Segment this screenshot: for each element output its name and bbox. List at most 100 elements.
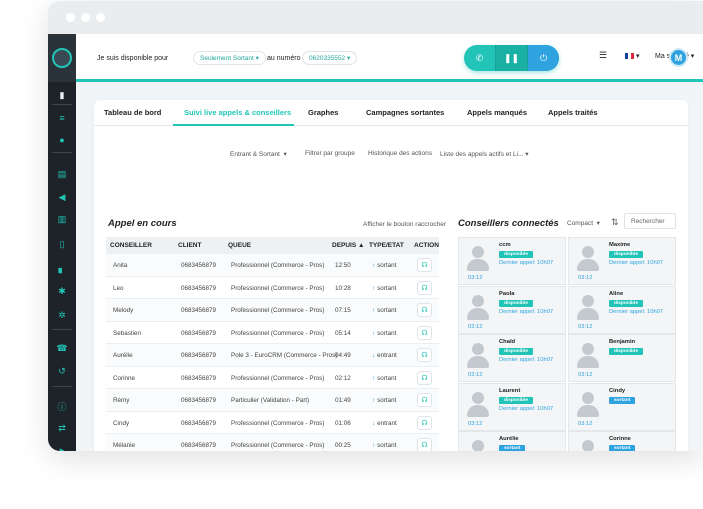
table-header: CONSEILLER CLIENT QUEUE DEPUIS ▲ TYPE/ET… bbox=[106, 237, 439, 254]
agent-card[interactable]: Cindy sortant 03:12 bbox=[568, 382, 676, 431]
last-call: Dernier appel: 10h07 bbox=[499, 405, 554, 412]
tab-outbound-campaigns[interactable]: Campagnes sortantes bbox=[366, 108, 444, 117]
listen-button[interactable]: ☊ bbox=[417, 258, 432, 272]
tab-graphs[interactable]: Graphes bbox=[308, 108, 338, 117]
calls-title: Appel en cours bbox=[108, 218, 177, 229]
cell-queue: Pole 3 - EuroCRM (Commerce - Pros) bbox=[231, 352, 338, 359]
agent-card[interactable]: Chaïd disponible Dernier appel: 10h07 03:12 bbox=[458, 334, 566, 382]
agent-card[interactable]: Corinnesortant03:12 bbox=[568, 431, 676, 451]
call-controls: ✆ ❚❚ ⏻ bbox=[464, 45, 559, 71]
cell-client: 0683456879 bbox=[181, 374, 217, 382]
language-select[interactable]: ▾ bbox=[625, 52, 639, 60]
list-icon[interactable]: ≡ bbox=[56, 112, 68, 124]
call-direction: sortant bbox=[377, 442, 397, 449]
tab-handled-calls[interactable]: Appels traités bbox=[548, 108, 598, 117]
table-row: Sebastien 0683456879 Professionnel (Commer… bbox=[106, 322, 439, 344]
cell-since: 02:12 bbox=[335, 374, 351, 382]
cell-agent: Melody bbox=[113, 307, 134, 314]
col-type[interactable]: TYPE/ETAT bbox=[369, 242, 404, 249]
listen-button[interactable]: ☊ bbox=[417, 415, 432, 430]
active-tab-indicator bbox=[173, 124, 294, 126]
settings-icon[interactable]: ✱ bbox=[56, 285, 68, 297]
cell-agent: Corinne bbox=[113, 374, 136, 382]
list-filter[interactable]: Liste des appels actifs et Li... ▾ bbox=[440, 150, 529, 158]
cell-client: 0683456879 bbox=[181, 397, 217, 404]
agent-name: Paola bbox=[499, 290, 515, 297]
number-select-value: 0620335552 bbox=[309, 54, 346, 62]
number-select[interactable]: 0620335552 ▾ bbox=[302, 51, 358, 65]
col-agent[interactable]: CONSEILLER bbox=[110, 242, 152, 249]
agent-name: Aurélie bbox=[499, 436, 519, 442]
avatar[interactable]: M bbox=[669, 48, 688, 67]
chart-icon[interactable]: ▖ bbox=[56, 262, 68, 274]
listen-button[interactable]: ☊ bbox=[417, 280, 432, 295]
listen-button[interactable]: ☊ bbox=[417, 438, 432, 451]
agent-card[interactable]: Paola disponible Dernier appel: 10h07 03:12 bbox=[458, 285, 566, 334]
tab-bar: Tableau de bord Suivi live appels & cons… bbox=[94, 100, 688, 126]
agent-card[interactable]: Maxime disponible Dernier appel: 10h07 03:1… bbox=[568, 237, 676, 285]
listen-button[interactable]: ☊ bbox=[417, 325, 432, 340]
cell-type: ↑ sortant bbox=[372, 330, 396, 337]
microphone-icon[interactable]: ▯ bbox=[56, 238, 68, 250]
user-placeholder-icon bbox=[577, 343, 599, 369]
arrow-up-icon: ↑ bbox=[372, 284, 376, 292]
history-filter[interactable]: Historique des actions bbox=[368, 150, 432, 157]
transfer-icon[interactable]: ⇄ bbox=[56, 422, 68, 434]
tab-live-tracking[interactable]: Suivi live appels & conseillers bbox=[184, 108, 291, 117]
cell-client: 0683456879 bbox=[181, 419, 217, 427]
call-direction: entrant bbox=[377, 352, 397, 359]
listen-button[interactable]: ☊ bbox=[417, 348, 432, 362]
menu-list-icon[interactable]: ☰ bbox=[599, 50, 607, 61]
view-select[interactable]: Compact ▾ bbox=[567, 219, 600, 227]
power-button[interactable]: ⏻ bbox=[528, 45, 559, 71]
direction-filter[interactable]: Entrant & Sortant ▾ bbox=[230, 150, 287, 158]
volume-icon[interactable]: ◀ bbox=[56, 191, 68, 203]
col-queue[interactable]: QUEUE bbox=[228, 242, 251, 249]
hangup-toggle[interactable]: Afficher le bouton raccrocher bbox=[363, 221, 446, 228]
table-row: Rémy 0683456879 Particulier (Validation - … bbox=[106, 389, 439, 412]
arrow-down-icon: ↓ bbox=[372, 419, 376, 427]
cell-client: 0683456879 bbox=[181, 262, 217, 269]
document-icon[interactable]: ▤ bbox=[56, 168, 68, 180]
chevron-down-icon: ▾ bbox=[255, 55, 259, 62]
agent-card[interactable]: ccm disponible Dernier appel: 10h07 03:12 bbox=[458, 237, 566, 285]
agent-card[interactable]: Benjamin disponible 03:12 bbox=[568, 334, 676, 382]
mode-select[interactable]: Seulement Sortant ▾ bbox=[193, 51, 266, 65]
cell-type: ↑ sortant bbox=[372, 285, 396, 292]
mode-select-value: Seulement Sortant bbox=[200, 54, 254, 62]
phone-icon[interactable]: ☎ bbox=[56, 342, 68, 354]
listen-button[interactable]: ☊ bbox=[417, 303, 432, 317]
gear-icon[interactable]: ✲ bbox=[56, 309, 68, 321]
agent-card[interactable]: Auréliesortant03:12 bbox=[458, 431, 566, 451]
table-row: Cindy 0683456879 Professionnel (Commerce -… bbox=[106, 412, 439, 434]
agent-card[interactable]: Laurent disponible Dernier appel: 10h07 03:… bbox=[458, 382, 566, 431]
col-client[interactable]: CLIENT bbox=[178, 242, 201, 249]
cell-since: 07:15 bbox=[335, 307, 351, 314]
cell-queue: Professionnel (Commerce - Pros) bbox=[231, 442, 325, 449]
listen-button[interactable]: ☊ bbox=[417, 393, 432, 407]
phone-button[interactable]: ✆ bbox=[464, 45, 495, 71]
tab-dashboard[interactable]: Tableau de bord bbox=[104, 108, 161, 117]
users-icon[interactable]: ● bbox=[56, 134, 68, 146]
cell-since: 10:28 bbox=[335, 284, 351, 292]
status-badge: disponible bbox=[499, 251, 533, 258]
bank-icon[interactable]: ▥ bbox=[56, 213, 68, 225]
history-icon[interactable]: ↺ bbox=[56, 365, 68, 377]
stats-icon[interactable]: ▮ bbox=[56, 89, 68, 101]
cell-since: 00:25 bbox=[335, 442, 351, 449]
cell-queue: Professionnel (Commerce - Pros) bbox=[231, 419, 325, 427]
list-filter-value: Liste des appels actifs et Li... bbox=[440, 151, 524, 158]
app-logo[interactable] bbox=[48, 34, 76, 82]
sort-icon[interactable]: ⇅ bbox=[611, 217, 619, 228]
info-icon[interactable]: ⓘ bbox=[56, 400, 68, 412]
col-since[interactable]: DEPUIS ▲ bbox=[332, 242, 364, 249]
pause-button[interactable]: ❚❚ bbox=[495, 45, 528, 71]
agent-card[interactable]: Aline disponible Dernier appel: 10h07 03:12 bbox=[568, 285, 676, 334]
cell-client: 0683456879 bbox=[181, 284, 217, 292]
agent-search-input[interactable]: Rechercher bbox=[624, 213, 676, 229]
listen-button[interactable]: ☊ bbox=[417, 370, 432, 385]
group-filter[interactable]: Filtrer par groupe bbox=[305, 150, 355, 157]
export-icon[interactable]: ▸ bbox=[56, 444, 68, 452]
tab-missed-calls[interactable]: Appels manqués bbox=[467, 108, 527, 117]
col-action: ACTION bbox=[414, 242, 439, 249]
